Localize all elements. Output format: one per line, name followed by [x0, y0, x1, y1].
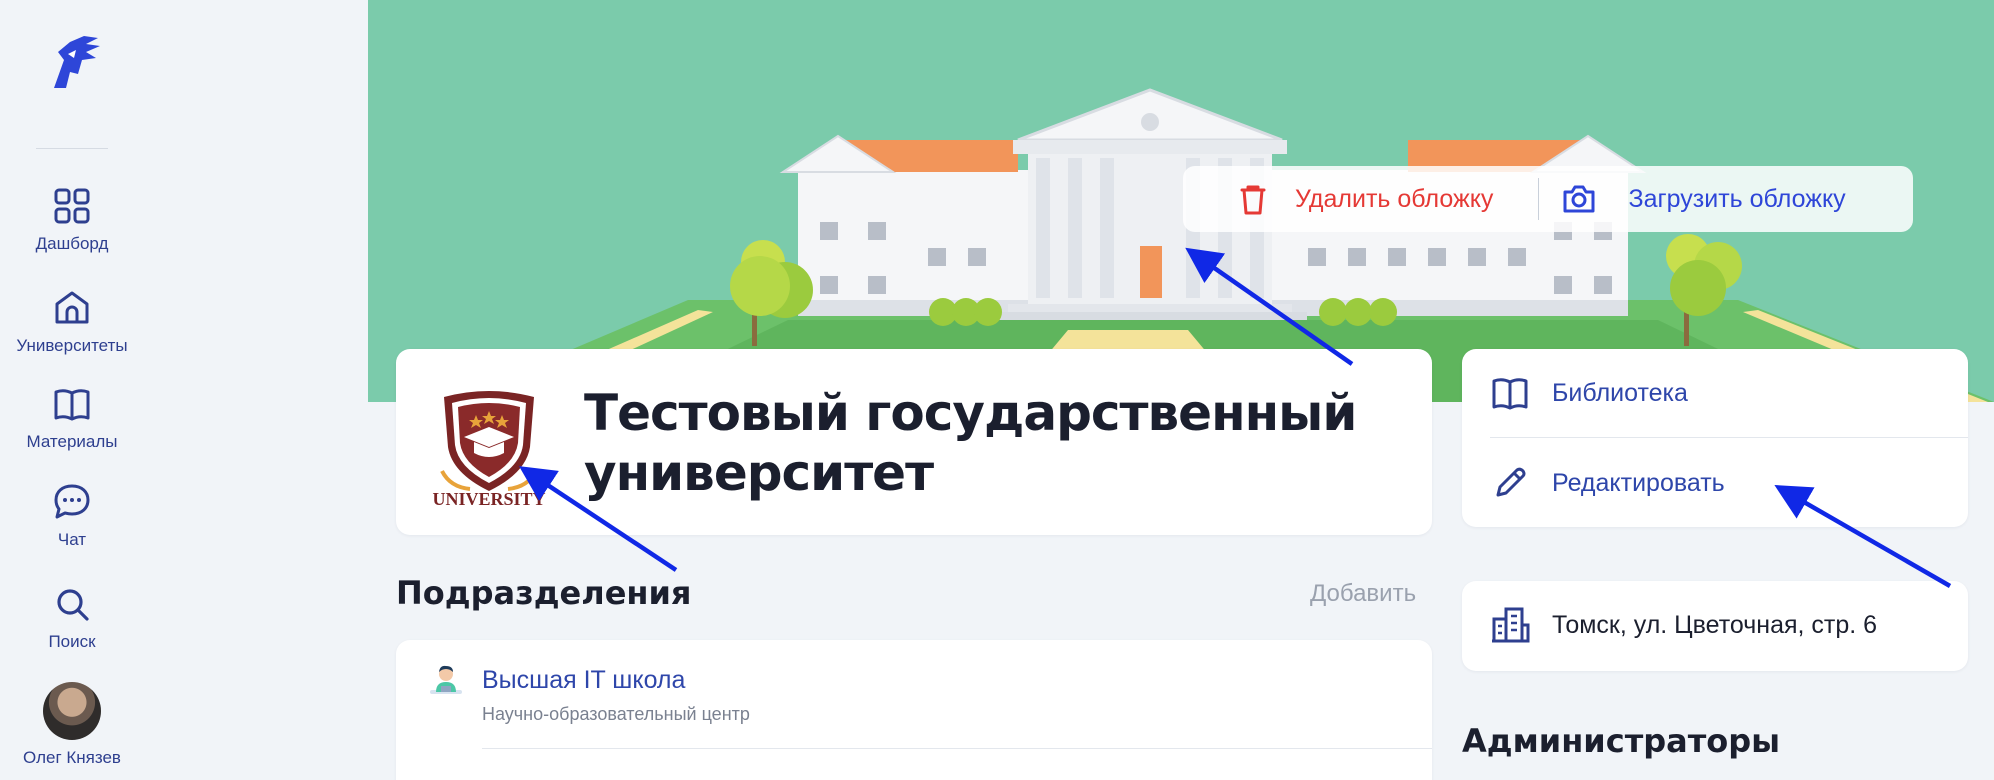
upload-cover-button[interactable]: Загрузить обложку — [1539, 166, 1913, 232]
user-name: Олег Князев — [23, 748, 121, 767]
sidebar-item-materials[interactable]: Материалы — [0, 384, 144, 452]
page-title: Тестовый государственный университет — [584, 384, 1357, 502]
user-profile[interactable]: Олег Князев — [0, 682, 144, 768]
sidebar-item-label: Чат — [57, 530, 87, 549]
grid-icon — [54, 188, 90, 224]
library-button[interactable]: Библиотека — [1462, 349, 1968, 437]
university-logo-text: UNIVERSITY — [432, 489, 545, 509]
buildings-icon — [1492, 607, 1530, 643]
camera-icon — [1563, 185, 1595, 213]
address-text: Томск, ул. Цветочная, стр. 6 — [1552, 611, 1878, 639]
delete-cover-button[interactable]: Удалить обложку — [1183, 166, 1538, 232]
sidebar-divider — [36, 148, 108, 149]
university-home-icon — [55, 291, 89, 324]
division-name[interactable]: Высшая IT школа — [482, 666, 685, 695]
actions-divider — [1490, 437, 1968, 438]
sidebar-item-label: Дашборд — [35, 234, 109, 253]
sidebar-item-label: Материалы — [26, 432, 118, 451]
sidebar: Дашборд Университеты Материалы Чат Поиск… — [0, 0, 368, 780]
edit-button[interactable]: Редактировать — [1462, 439, 1968, 527]
book-icon — [54, 389, 90, 421]
teacher-avatar-icon — [430, 665, 462, 694]
address-card: Томск, ул. Цветочная, стр. 6 — [1462, 581, 1968, 671]
add-division-link[interactable]: Добавить — [1310, 580, 1416, 608]
pencil-icon — [1496, 467, 1526, 497]
sidebar-item-dashboard[interactable]: Дашборд — [0, 186, 144, 254]
cover-image: Удалить обложку Загрузить обложку — [368, 0, 1994, 402]
sidebar-item-label: Университеты — [16, 336, 128, 355]
admins-heading: Администраторы — [1462, 722, 1781, 760]
university-logo: UNIVERSITY — [432, 391, 546, 509]
library-label: Библиотека — [1552, 378, 1688, 407]
sidebar-item-search[interactable]: Поиск — [0, 584, 144, 652]
sidebar-item-chat[interactable]: Чат — [0, 482, 144, 550]
division-subtitle: Научно-образовательный центр — [482, 704, 750, 724]
list-divider — [482, 748, 1432, 749]
university-header-card: UNIVERSITY Тестовый государственный унив… — [396, 349, 1432, 535]
divisions-heading: Подразделения — [396, 574, 692, 612]
university-actions-card: Библиотека Редактировать — [1462, 349, 1968, 527]
edit-label: Редактировать — [1552, 468, 1725, 497]
sidebar-item-label: Поиск — [48, 632, 96, 651]
chat-icon — [54, 484, 90, 519]
delete-cover-label: Удалить обложку — [1295, 184, 1494, 213]
cover-actions-bar: Удалить обложку Загрузить обложку — [1183, 166, 1913, 232]
trash-icon — [1240, 185, 1266, 215]
logo-icon[interactable] — [40, 30, 106, 96]
app-root: Дашборд Университеты Материалы Чат Поиск… — [0, 0, 1994, 780]
book-icon — [1492, 378, 1528, 410]
divisions-list: Высшая IT школа Научно-образовательный ц… — [396, 640, 1432, 780]
sidebar-item-universities[interactable]: Университеты — [0, 288, 144, 356]
upload-cover-label: Загрузить обложку — [1628, 184, 1846, 213]
avatar[interactable] — [43, 682, 101, 740]
search-icon — [57, 589, 89, 621]
